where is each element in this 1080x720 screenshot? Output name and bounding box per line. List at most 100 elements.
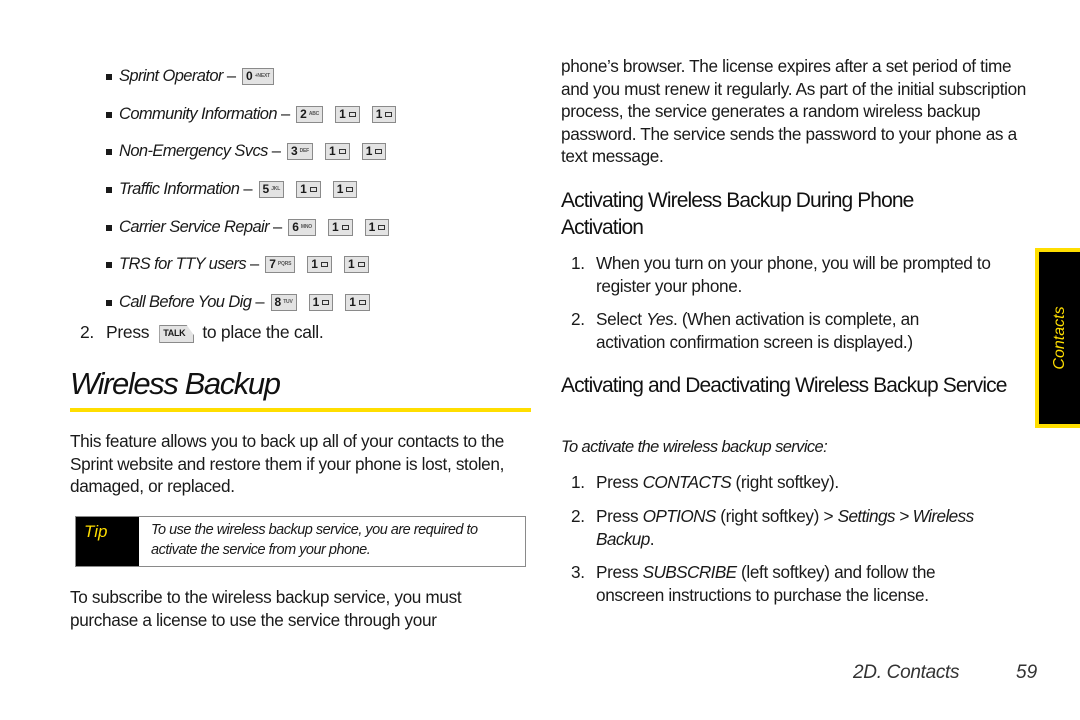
key-digit: 1	[300, 182, 307, 196]
bullet-icon	[106, 186, 112, 193]
key-digit: 8	[274, 295, 282, 309]
service-step-2: 2. Press OPTIONS (right softkey) > Setti…	[571, 505, 1011, 550]
voicemail-icon	[309, 186, 317, 192]
bullet-icon	[106, 148, 112, 155]
activation-step-2: 2. Select Yes. (When activation is compl…	[571, 308, 991, 353]
step-text: Press OPTIONS (right softkey) > Settings…	[596, 505, 1011, 550]
key-sequence-item: Traffic Information –5 JKL 1 1	[106, 177, 369, 201]
voicemail-icon	[357, 261, 365, 267]
step-2-place-call: 2. Press TALK to place the call.	[80, 322, 324, 343]
bullet-icon	[106, 261, 112, 268]
step-text-after: to place the call.	[202, 322, 324, 342]
key-digit: 1	[349, 295, 356, 309]
key-digit: 3	[290, 144, 298, 158]
voicemail-icon	[385, 111, 393, 117]
step-text-mid: (right softkey) >	[715, 506, 838, 526]
softkey-contacts: CONTACTS	[642, 472, 732, 492]
chapter-side-tab[interactable]: Contacts	[1035, 248, 1080, 428]
key-sequence-label: TRS for TTY users	[119, 254, 247, 273]
key-letters: PQRS	[277, 261, 292, 267]
tip-box: Tip To use the wireless backup service, …	[75, 516, 526, 567]
key-sequence-item: Carrier Service Repair –6 MNO 1 1	[106, 215, 401, 239]
service-step-3: 3. Press SUBSCRIBE (left softkey) and fo…	[571, 561, 1001, 606]
section-title: Wireless Backup	[70, 366, 281, 401]
key-sequence-label: Community Information	[119, 104, 278, 123]
key-digit: 1	[365, 144, 373, 158]
keypad-key-3-icon: 3 DEF	[286, 142, 314, 160]
step-number: 1.	[571, 253, 585, 273]
key-digit: 2	[300, 107, 307, 121]
key-digit: 1	[347, 257, 355, 271]
keypad-key-1-icon: 1	[325, 142, 350, 160]
key-sequence-item: Non-Emergency Svcs –3 DEF 1 1	[106, 139, 398, 163]
footer-section-name: 2D. Contacts	[853, 662, 960, 683]
step-text: Press CONTACTS (right softkey).	[596, 471, 1031, 494]
key-letters: +NEXT	[254, 73, 270, 79]
voicemail-icon	[346, 186, 354, 192]
key-digit: 1	[331, 220, 339, 234]
keypad-key-1-icon: 1	[332, 180, 358, 198]
key-digit: 1	[311, 257, 318, 271]
talk-key-icon: TALK	[159, 325, 195, 343]
key-digit: 1	[329, 144, 336, 158]
key-letters: TUV	[283, 299, 293, 305]
voicemail-icon	[348, 111, 356, 117]
key-digit: 6	[292, 220, 299, 234]
key-sequence-item: Sprint Operator –0 +NEXT	[106, 64, 286, 88]
step-text-before: Press	[106, 322, 150, 342]
voicemail-icon	[375, 148, 383, 154]
keypad-key-8-icon: 8 TUV	[270, 293, 297, 311]
step-number: 2.	[571, 506, 585, 526]
voicemail-icon	[378, 224, 386, 230]
step-text-pre: Press	[596, 472, 643, 492]
keypad-key-7-icon: 7 PQRS	[265, 255, 296, 273]
key-digit: 0	[246, 69, 253, 83]
service-heading: Activating and Deactivating Wireless Bac…	[561, 374, 1007, 397]
key-sequence-item: TRS for TTY users –7 PQRS 1 1	[106, 252, 381, 276]
step-text-post: .	[649, 528, 655, 549]
dash: –	[243, 179, 253, 198]
keypad-key-1-icon: 1	[308, 293, 334, 311]
service-intro: To activate the wireless backup service:	[561, 438, 828, 456]
voicemail-icon	[358, 299, 366, 305]
key-digit: 5	[262, 182, 270, 196]
keypad-key-5-icon: 5 JKL	[258, 180, 285, 198]
key-sequence-item: Community Information –2 ABC 1 1	[106, 102, 408, 126]
key-digit: 1	[339, 107, 346, 121]
keypad-key-1-icon: 1	[364, 218, 390, 236]
bullet-icon	[106, 111, 112, 118]
softkey-options: OPTIONS	[642, 506, 717, 526]
step-number: 2.	[80, 322, 94, 342]
softkey-subscribe: SUBSCRIBE	[642, 562, 738, 582]
keypad-key-0-icon: 0 +NEXT	[242, 67, 274, 85]
title-divider	[70, 408, 531, 412]
activation-step-1: 1. When you turn on your phone, you will…	[571, 252, 1031, 297]
step-text-pre: Press	[596, 562, 643, 582]
bullet-icon	[106, 224, 112, 231]
key-sequence-item: Call Before You Dig –8 TUV 1 1	[106, 290, 382, 314]
step-text: When you turn on your phone, you will be…	[596, 253, 991, 296]
subscribe-paragraph: To subscribe to the wireless backup serv…	[70, 587, 462, 630]
key-digit: 1	[312, 295, 320, 309]
key-letters: DEF	[299, 148, 310, 154]
side-tab-label: Contacts	[1051, 306, 1068, 370]
key-sequence-label: Call Before You Dig	[119, 292, 252, 311]
dash: –	[271, 141, 281, 160]
keypad-key-1-icon: 1	[335, 105, 360, 123]
step-number: 2.	[571, 309, 585, 329]
keypad-key-1-icon: 1	[296, 180, 321, 198]
voicemail-icon	[320, 261, 328, 267]
voicemail-icon	[341, 224, 349, 230]
keypad-key-1-icon: 1	[343, 255, 369, 273]
dash: –	[250, 254, 260, 273]
service-step-1: 1. Press CONTACTS (right softkey).	[571, 471, 1031, 494]
key-sequence-label: Sprint Operator	[119, 66, 223, 85]
step-text: Select Yes. (When activation is complete…	[596, 308, 991, 353]
key-sequence-label: Traffic Information	[119, 179, 240, 198]
key-digit: 1	[336, 182, 344, 196]
bullet-icon	[106, 299, 112, 306]
key-letters: JKL	[271, 186, 281, 192]
tip-text: To use the wireless backup service, you …	[151, 522, 478, 558]
step-text-pre: Select	[596, 309, 647, 329]
step-text-post: (right softkey).	[731, 472, 840, 492]
